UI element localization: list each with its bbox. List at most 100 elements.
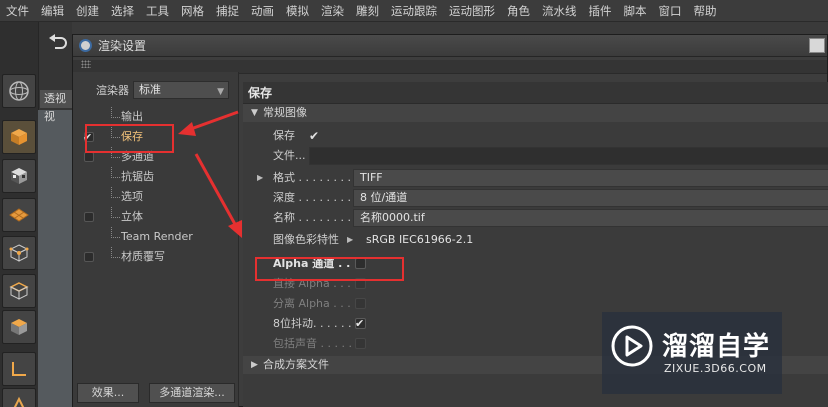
row-straight-alpha: 直接 Alpha . . . .	[243, 274, 828, 294]
cinema4d-app-icon	[79, 39, 92, 52]
sphere-tool-icon[interactable]	[2, 74, 36, 108]
menu-tools[interactable]: 工具	[146, 3, 169, 19]
tree-item-multipass[interactable]: 多通道	[73, 147, 239, 167]
polygon-mode-icon[interactable]	[2, 310, 36, 344]
tree-branch-line	[111, 147, 120, 158]
dialog-titlebar[interactable]: 渲染设置	[73, 35, 827, 57]
menu-script[interactable]: 脚本	[624, 3, 647, 19]
tree-item-output[interactable]: 输出	[73, 107, 239, 127]
settings-tree-pane: 渲染器 标准 ▼ 输出 保存 多通道 抗锯齿	[73, 72, 239, 407]
tree-item-stereoscopic[interactable]: 立体	[73, 207, 239, 227]
edge-mode-icon[interactable]	[2, 274, 36, 308]
viewport-tab[interactable]: 透视视	[40, 90, 72, 123]
menu-sculpt[interactable]: 雕刻	[356, 3, 379, 19]
renderer-select[interactable]: 标准 ▼	[133, 81, 229, 99]
tree-branch-line	[111, 107, 120, 118]
point-mode-icon[interactable]	[2, 236, 36, 270]
alpha-channel-checkbox[interactable]	[355, 258, 366, 269]
axis-icon[interactable]	[2, 352, 36, 386]
tree-item-antialiasing[interactable]: 抗锯齿	[73, 167, 239, 187]
section-label: 合成方案文件	[263, 358, 329, 371]
straight-alpha-checkbox[interactable]	[355, 278, 366, 289]
include-sound-checkbox[interactable]	[355, 338, 366, 349]
menu-help[interactable]: 帮助	[694, 3, 717, 19]
close-button[interactable]	[809, 38, 825, 53]
tree-item-label: 保存	[121, 130, 143, 143]
tree-item-save[interactable]: 保存	[73, 127, 239, 148]
material-override-enable-checkbox[interactable]	[84, 252, 94, 262]
texture-cube-icon[interactable]	[2, 159, 36, 193]
menu-create[interactable]: 创建	[76, 3, 99, 19]
tree-branch-line	[111, 227, 120, 238]
tree-branch-line	[111, 127, 120, 138]
file-label[interactable]: 文件...	[273, 146, 306, 166]
menu-edit[interactable]: 编辑	[41, 3, 64, 19]
menu-motion-tracker[interactable]: 运动跟踪	[391, 3, 437, 19]
menu-plugins[interactable]: 插件	[589, 3, 612, 19]
save-checkmark-icon[interactable]: ✔	[309, 126, 319, 146]
menu-file[interactable]: 文件	[6, 3, 29, 19]
multipass-render-button[interactable]: 多通道渲染...	[149, 383, 235, 403]
collapse-triangle-icon: ▼	[251, 108, 258, 118]
name-label: 名称 . . . . . . . . . .	[273, 211, 365, 224]
row-format: ▶ 格式 . . . . . . . . . . TIFF	[243, 168, 828, 188]
save-label: 保存	[273, 129, 295, 142]
renderer-label: 渲染器	[96, 84, 129, 97]
tree-branch-line	[111, 187, 120, 198]
renderer-value: 标准	[139, 83, 161, 96]
tree-item-label: 立体	[121, 210, 143, 223]
section-regular-image[interactable]: ▼ 常规图像	[243, 104, 828, 122]
format-select[interactable]: TIFF	[353, 169, 828, 187]
menu-window[interactable]: 窗口	[659, 3, 682, 19]
viewport[interactable]	[38, 110, 72, 407]
chevron-down-icon: ▼	[217, 87, 224, 97]
menu-animate[interactable]: 动画	[251, 3, 274, 19]
watermark-url: ZIXUE.3D66.COM	[664, 362, 767, 375]
menu-pipeline[interactable]: 流水线	[542, 3, 577, 19]
menu-select[interactable]: 选择	[111, 3, 134, 19]
file-path-input[interactable]	[309, 147, 828, 165]
undo-icon[interactable]	[47, 32, 69, 52]
separate-alpha-checkbox[interactable]	[355, 298, 366, 309]
dither-checkbox[interactable]: ✔	[355, 317, 366, 330]
color-profile-value[interactable]: sRGB IEC61966-2.1	[359, 231, 828, 249]
menu-mesh[interactable]: 网格	[181, 3, 204, 19]
dither-label: 8位抖动. . . . . . . .	[273, 317, 366, 330]
row-depth: 深度 . . . . . . . . . . 8 位/通道	[243, 188, 828, 208]
menu-render[interactable]: 渲染	[321, 3, 344, 19]
snap-icon[interactable]	[2, 388, 36, 407]
row-separate-alpha: 分离 Alpha . . . .	[243, 294, 828, 314]
format-label: 格式 . . . . . . . . . .	[273, 171, 365, 184]
tree-item-team-render[interactable]: Team Render	[73, 227, 239, 247]
grid-plane-icon[interactable]	[2, 198, 36, 232]
multipass-enable-checkbox[interactable]	[84, 152, 94, 162]
save-enable-checkbox[interactable]	[83, 128, 94, 148]
separate-alpha-label: 分离 Alpha . . . .	[273, 297, 358, 310]
watermark: 溜溜自学 ZIXUE.3D66.COM	[602, 312, 782, 394]
grip-icon	[81, 60, 91, 68]
depth-label: 深度 . . . . . . . . . .	[273, 191, 365, 204]
expand-triangle-icon[interactable]: ▶	[257, 168, 263, 188]
row-alpha-channel: Alpha 通道 . . . .	[243, 254, 828, 274]
menu-character[interactable]: 角色	[507, 3, 530, 19]
menu-simulate[interactable]: 模拟	[286, 3, 309, 19]
tree-item-options[interactable]: 选项	[73, 187, 239, 207]
effects-button[interactable]: 效果...	[77, 383, 139, 403]
tree-branch-line	[111, 247, 120, 258]
name-select[interactable]: 名称0000.tif	[353, 209, 828, 227]
row-save: 保存 ✔	[243, 126, 828, 146]
include-sound-label: 包括声音 . . . . . .	[273, 337, 359, 350]
cube-model-icon[interactable]	[2, 120, 36, 154]
alpha-channel-label: Alpha 通道 . . . .	[273, 257, 367, 270]
expand-triangle-icon[interactable]: ▶	[347, 230, 353, 250]
tree-item-label: 抗锯齿	[121, 170, 154, 183]
row-color-profile: 图像色彩特性 ▶ sRGB IEC61966-2.1	[243, 230, 828, 250]
tree-item-label: 输出	[121, 110, 143, 123]
tree-item-label: Team Render	[121, 230, 193, 243]
stereoscopic-enable-checkbox[interactable]	[84, 212, 94, 222]
menu-mograph[interactable]: 运动图形	[449, 3, 495, 19]
settings-tree: 输出 保存 多通道 抗锯齿 选项 立	[73, 107, 239, 267]
depth-select[interactable]: 8 位/通道	[353, 189, 828, 207]
menu-snap[interactable]: 捕捉	[216, 3, 239, 19]
tree-item-material-override[interactable]: 材质覆写	[73, 247, 239, 267]
